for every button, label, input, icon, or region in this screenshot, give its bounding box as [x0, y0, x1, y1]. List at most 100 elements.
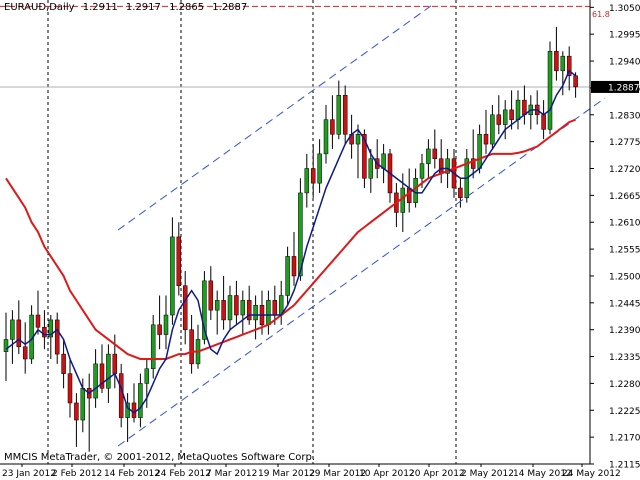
- candle-body: [355, 134, 361, 145]
- time-tick-label: 7 Mar 2012: [206, 469, 257, 479]
- chart-window[interactable]: 1.30501.29951.29401.28851.28301.27751.27…: [0, 0, 640, 480]
- bull-candle: [10, 310, 15, 364]
- candle-body: [554, 51, 559, 72]
- time-tick-label: 19 Mar 2012: [258, 469, 315, 479]
- bear-candle: [67, 358, 73, 418]
- bear-candle: [470, 129, 476, 179]
- candle-body: [413, 178, 418, 203]
- bear-candle: [387, 148, 393, 203]
- price-tick-label: 1.2500: [609, 272, 640, 282]
- bear-candle: [522, 85, 527, 125]
- bear-candle: [330, 95, 335, 149]
- candle-body: [189, 329, 194, 365]
- price-tick-label: 1.2390: [609, 326, 640, 336]
- candle-body: [163, 314, 169, 335]
- candle-body: [522, 99, 527, 116]
- price-tick-label: 1.2335: [609, 353, 640, 363]
- candles: [3, 26, 578, 452]
- time-tick-label: 29 Mar 2012: [309, 469, 366, 479]
- candle-body: [458, 187, 463, 199]
- time-tick-label: 20 Apr 2012: [409, 469, 465, 479]
- bear-candle: [99, 344, 105, 394]
- bear-candle: [86, 373, 92, 452]
- bull-candle: [3, 312, 9, 381]
- bear-candle: [221, 275, 226, 330]
- bull-candle: [304, 153, 310, 208]
- bull-candle: [278, 280, 284, 325]
- bear-candle: [374, 139, 380, 179]
- bull-candle: [170, 217, 175, 325]
- price-tick-label: 1.3050: [609, 4, 640, 14]
- bull-candle: [285, 246, 290, 306]
- bull-candle: [150, 315, 156, 379]
- candle-body: [208, 280, 214, 311]
- bull-candle: [240, 290, 246, 335]
- candle-body: [432, 148, 438, 159]
- candle-body: [336, 94, 342, 135]
- candle-body: [157, 324, 162, 335]
- candle-body: [310, 168, 316, 184]
- candle-body: [573, 75, 578, 88]
- bear-candle: [342, 85, 348, 145]
- bear-candle: [458, 178, 463, 208]
- bear-candle: [118, 363, 124, 428]
- bear-candle: [22, 322, 28, 374]
- chart-header: EURAUD,Daily 1.2911 1.2917 1.2865 1.2887: [4, 2, 252, 13]
- bear-candle: [208, 266, 214, 320]
- candle-body: [182, 285, 188, 330]
- price-tick-label: 1.2720: [609, 165, 640, 175]
- bull-candle: [29, 305, 34, 364]
- current-price-marker: 1.2887: [591, 80, 640, 93]
- price-tick-label: 1.2610: [609, 219, 640, 229]
- bear-candle: [246, 285, 252, 325]
- candle-body: [221, 300, 226, 321]
- price-chart[interactable]: 1.30501.29951.29401.28851.28301.27751.27…: [0, 0, 640, 480]
- low-value: 1.2865: [169, 2, 205, 13]
- bear-candle: [483, 109, 489, 154]
- bear-candle: [74, 393, 79, 447]
- price-tick-label: 1.2830: [609, 111, 640, 121]
- bear-candle: [42, 310, 47, 350]
- candle-body: [381, 153, 386, 169]
- bull-candle: [125, 393, 130, 443]
- candle-body: [176, 236, 182, 286]
- bear-candle: [291, 232, 297, 286]
- bear-candle: [432, 129, 438, 169]
- price-tick-label: 1.2940: [609, 58, 640, 68]
- candle-body: [170, 236, 175, 316]
- candle-body: [509, 109, 514, 120]
- candle-body: [560, 55, 566, 72]
- bull-candle: [106, 344, 111, 403]
- price-tick-label: 1.2995: [609, 31, 640, 41]
- price-tick-label: 1.2170: [609, 434, 640, 444]
- bear-candle: [176, 222, 182, 296]
- bear-candle: [131, 383, 137, 423]
- bear-candle: [35, 290, 41, 335]
- bull-candle: [515, 90, 521, 130]
- bull-candle: [502, 100, 508, 140]
- close-value: 1.2887: [212, 2, 248, 13]
- candle-body: [342, 94, 348, 135]
- price-tick-label: 1.2665: [609, 192, 640, 202]
- bear-candle: [16, 300, 22, 355]
- candle-body: [118, 373, 124, 418]
- candle-body: [330, 119, 335, 135]
- candle-body: [227, 295, 233, 321]
- candle-body: [266, 300, 271, 326]
- current-price-label: 1.2887: [608, 83, 640, 93]
- bull-candle: [528, 95, 534, 130]
- bear-candle: [394, 183, 399, 228]
- bear-candle: [310, 144, 316, 198]
- bull-candle: [138, 373, 143, 428]
- time-tick-label: 24 May 2012: [562, 469, 621, 479]
- bear-candle: [157, 295, 162, 350]
- candle-body: [35, 314, 41, 328]
- candle-body: [131, 402, 137, 418]
- candle-body: [10, 319, 15, 340]
- candle-body: [426, 148, 431, 164]
- bull-candle: [464, 148, 470, 203]
- candle-body: [80, 388, 86, 421]
- candle-body: [477, 134, 482, 169]
- channel-lower-line: [117, 97, 606, 447]
- bull-candle: [195, 324, 201, 369]
